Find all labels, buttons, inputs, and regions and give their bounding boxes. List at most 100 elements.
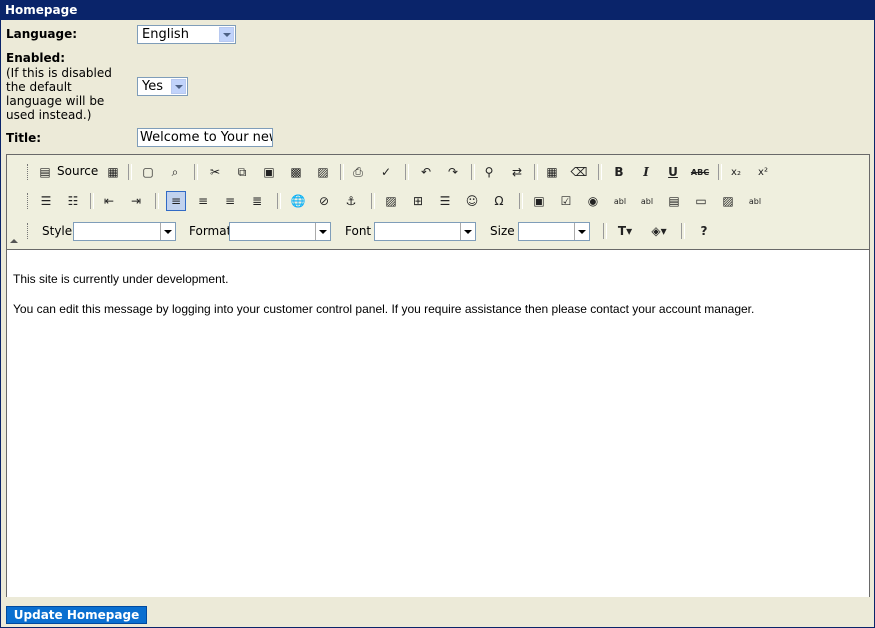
redo-icon[interactable]: ↷ [443, 162, 463, 182]
copy-icon[interactable]: ⧉ [232, 162, 252, 182]
indent-icon[interactable]: ⇥ [126, 191, 146, 211]
chevron-down-icon[interactable] [171, 79, 186, 94]
language-value: English [142, 27, 189, 42]
link-icon[interactable]: 🌐 [288, 191, 308, 211]
checkbox-icon[interactable]: ☑ [556, 191, 576, 211]
special-char-icon[interactable]: Ω [489, 191, 509, 211]
toolbar-separator [155, 193, 159, 209]
style-combo[interactable] [73, 222, 176, 241]
source-button[interactable]: Source [57, 162, 98, 180]
select-field-icon[interactable]: ▤ [664, 191, 684, 211]
hidden-field-icon[interactable]: abl [745, 191, 765, 211]
toolbar-separator [128, 164, 132, 180]
toolbar-separator [471, 164, 475, 180]
anchor-icon[interactable]: ⚓ [341, 191, 361, 211]
language-select[interactable]: English [137, 25, 236, 44]
remove-format-icon[interactable]: ⌫ [569, 162, 589, 182]
toolbar-separator [598, 164, 602, 180]
image-icon[interactable]: ▨ [381, 191, 401, 211]
spellcheck-icon[interactable]: ✓ [376, 162, 396, 182]
print-icon[interactable]: ⎙ [348, 162, 368, 182]
size-label: Size [490, 224, 515, 238]
paste-icon[interactable]: ▣ [259, 162, 279, 182]
align-left-icon[interactable]: ≡ [166, 191, 186, 211]
underline-icon[interactable]: U [663, 162, 683, 182]
chevron-down-icon[interactable] [219, 27, 234, 42]
ordered-list-icon[interactable]: ☰ [36, 191, 56, 211]
unlink-icon[interactable]: ⊘ [314, 191, 334, 211]
select-all-icon[interactable]: ▦ [542, 162, 562, 182]
source-icon[interactable]: ▤ [37, 162, 53, 182]
outdent-icon[interactable]: ⇤ [99, 191, 119, 211]
paste-text-icon[interactable]: ▩ [286, 162, 306, 182]
chevron-down-icon[interactable] [460, 223, 475, 240]
background-color-icon[interactable]: ◈▾ [646, 221, 672, 241]
new-page-icon[interactable]: ▢ [138, 162, 158, 182]
toolbar-separator [90, 193, 94, 209]
templates-icon[interactable]: ▦ [103, 162, 123, 182]
about-icon[interactable]: ? [694, 221, 714, 241]
toolbar-grip [27, 164, 31, 180]
collapse-toolbar-icon[interactable] [10, 239, 18, 243]
image-button-icon[interactable]: ▨ [718, 191, 738, 211]
superscript-icon[interactable]: x² [753, 162, 773, 182]
chevron-down-icon[interactable] [160, 223, 175, 240]
toolbar-separator [519, 193, 523, 209]
button-icon[interactable]: ▭ [691, 191, 711, 211]
enabled-note: (If this is disabled the default languag… [6, 66, 112, 122]
title-input[interactable]: Welcome to Your new [137, 128, 273, 147]
toolbar-separator [371, 193, 375, 209]
textarea-icon[interactable]: abl [637, 191, 657, 211]
smiley-icon[interactable]: ☺ [462, 191, 482, 211]
text-field-icon[interactable]: abl [610, 191, 630, 211]
size-combo[interactable] [518, 222, 590, 241]
cut-icon[interactable]: ✂ [205, 162, 225, 182]
justify-icon[interactable]: ≣ [247, 191, 267, 211]
toolbar-separator [194, 164, 198, 180]
editor-content[interactable]: This site is currently under development… [7, 249, 869, 597]
toolbar-separator [718, 164, 722, 180]
find-icon[interactable]: ⚲ [479, 162, 499, 182]
unordered-list-icon[interactable]: ☷ [63, 191, 83, 211]
toolbar-grip [27, 193, 31, 209]
font-label: Font [345, 224, 372, 238]
bold-icon[interactable]: B [609, 162, 629, 182]
paste-word-icon[interactable]: ▨ [313, 162, 333, 182]
italic-icon[interactable]: I [636, 162, 656, 182]
toolbar-separator [405, 164, 409, 180]
panel-title: Homepage [5, 3, 78, 17]
content-line-1: This site is currently under development… [13, 272, 229, 286]
toolbar-separator [681, 223, 685, 239]
update-homepage-button[interactable]: Update Homepage [6, 606, 147, 624]
toolbar-separator [603, 223, 607, 239]
strikethrough-icon[interactable]: ABC [690, 162, 710, 182]
chevron-down-icon[interactable] [574, 223, 589, 240]
table-icon[interactable]: ⊞ [408, 191, 428, 211]
toolbar-separator [277, 193, 281, 209]
title-label: Title: [6, 131, 42, 145]
subscript-icon[interactable]: x₂ [726, 162, 746, 182]
form-icon[interactable]: ▣ [529, 191, 549, 211]
enabled-value: Yes [142, 79, 163, 94]
content-line-2: You can edit this message by logging int… [13, 302, 755, 316]
replace-icon[interactable]: ⇄ [507, 162, 527, 182]
language-label: Language: [6, 27, 78, 41]
preview-icon[interactable]: ⌕ [165, 162, 185, 182]
panel-titlebar: Homepage [1, 1, 874, 20]
text-color-icon[interactable]: T▾ [612, 221, 638, 241]
style-label: Style [42, 224, 73, 238]
horizontal-rule-icon[interactable]: ☰ [435, 191, 455, 211]
radio-icon[interactable]: ◉ [583, 191, 603, 211]
font-combo[interactable] [374, 222, 476, 241]
format-label: Format [189, 224, 232, 238]
rich-text-editor: ▤ Source ▦ ▢ ⌕ ✂ ⧉ ▣ ▩ ▨ ⎙ ✓ ↶ ↷ ⚲ ⇄ ▦ ⌫… [6, 154, 870, 597]
align-right-icon[interactable]: ≡ [220, 191, 240, 211]
align-center-icon[interactable]: ≡ [193, 191, 213, 211]
format-combo[interactable] [229, 222, 331, 241]
toolbar-separator [340, 164, 344, 180]
chevron-down-icon[interactable] [315, 223, 330, 240]
enabled-label: Enabled: [6, 51, 66, 65]
enabled-select[interactable]: Yes [137, 77, 188, 96]
undo-icon[interactable]: ↶ [416, 162, 436, 182]
toolbar-grip [27, 223, 31, 239]
